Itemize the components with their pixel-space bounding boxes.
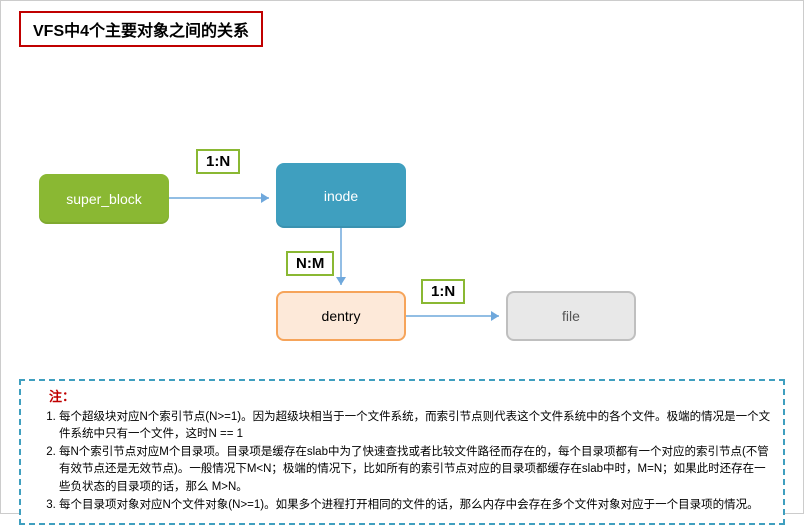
node-inode: inode bbox=[276, 163, 406, 228]
note-item: 每个超级块对应N个索引节点(N>=1)。因为超级块相当于一个文件系统，而索引节点… bbox=[59, 409, 773, 444]
node-super-block: super_block bbox=[39, 174, 169, 224]
note-box: 注： 每个超级块对应N个索引节点(N>=1)。因为超级块相当于一个文件系统，而索… bbox=[19, 379, 785, 525]
edge-label-inode-dentry: N:M bbox=[286, 251, 334, 276]
edge-label-dentry-file: 1:N bbox=[421, 279, 465, 304]
note-item: 每个目录项对象对应N个文件对象(N>=1)。如果多个进程打开相同的文件的话，那么… bbox=[59, 497, 773, 514]
note-heading: 注： bbox=[31, 387, 773, 407]
note-item: 每N个索引节点对应M个目录项。目录项是缓存在slab中为了快速查找或者比较文件路… bbox=[59, 444, 773, 496]
node-dentry: dentry bbox=[276, 291, 406, 341]
node-file: file bbox=[506, 291, 636, 341]
diagram-title: VFS中4个主要对象之间的关系 bbox=[19, 11, 263, 47]
note-list: 每个超级块对应N个索引节点(N>=1)。因为超级块相当于一个文件系统，而索引节点… bbox=[31, 409, 773, 515]
edge-label-sb-inode: 1:N bbox=[196, 149, 240, 174]
